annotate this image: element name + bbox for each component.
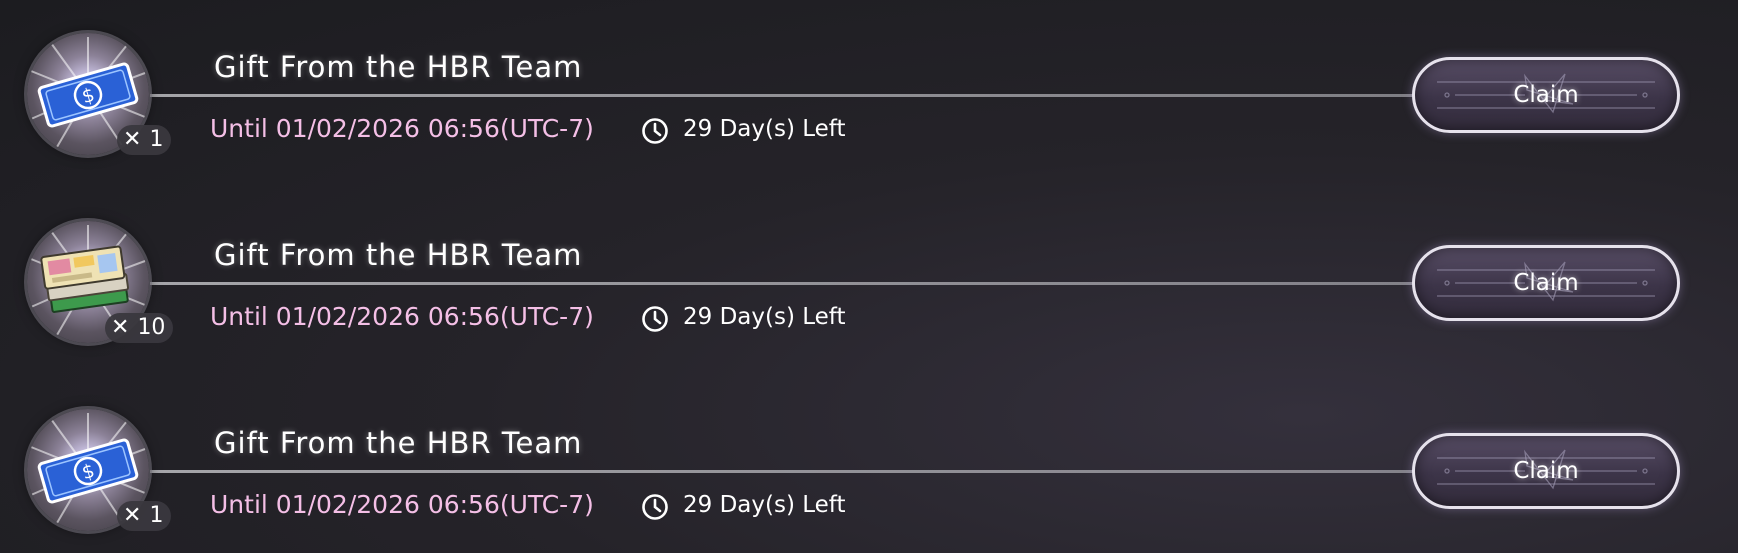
divider-line — [150, 470, 1420, 473]
quantity-badge: ✕ 1 — [117, 125, 172, 155]
gift-title: Gift From the HBR Team — [214, 50, 583, 84]
clock-icon — [642, 494, 668, 520]
quantity-badge: ✕ 1 — [117, 501, 172, 531]
expiry-date: Until 01/02/2026 06:56(UTC-7) — [210, 490, 594, 519]
quantity-mark: ✕ — [111, 315, 130, 340]
gift-row: $ ✕ 1 Gift From the HBR Team Until 01/02/… — [0, 376, 1738, 531]
claim-button[interactable]: Claim — [1412, 433, 1680, 509]
days-left: 29 Day(s) Left — [683, 116, 846, 142]
gift-title: Gift From the HBR Team — [214, 426, 583, 460]
gift-item[interactable]: $ ✕ 1 — [27, 33, 172, 161]
days-left: 29 Day(s) Left — [683, 492, 846, 518]
claim-button[interactable]: Claim — [1412, 245, 1680, 321]
gift-title: Gift From the HBR Team — [214, 238, 583, 272]
quantity-badge: ✕ 10 — [105, 313, 174, 343]
claim-label: Claim — [1513, 458, 1579, 484]
expiry-date: Until 01/02/2026 06:56(UTC-7) — [210, 114, 594, 143]
gift-row: ✕ 10 Gift From the HBR Team Until 01/02/2… — [0, 188, 1738, 343]
days-left: 29 Day(s) Left — [683, 304, 846, 330]
gift-list: $ ✕ 1 Gift From the HBR Team Until 01/02/… — [0, 0, 1738, 553]
claim-label: Claim — [1513, 82, 1579, 108]
divider-line — [150, 94, 1420, 97]
quantity-mark: ✕ — [123, 503, 142, 528]
claim-button[interactable]: Claim — [1412, 57, 1680, 133]
gift-item[interactable]: $ ✕ 1 — [27, 409, 172, 537]
quantity-value: 10 — [137, 315, 166, 340]
quantity-mark: ✕ — [123, 127, 142, 152]
expiry-date: Until 01/02/2026 06:56(UTC-7) — [210, 302, 594, 331]
divider-line — [150, 282, 1420, 285]
clock-icon — [642, 118, 668, 144]
quantity-value: 1 — [149, 503, 164, 528]
clock-icon — [642, 306, 668, 332]
quantity-value: 1 — [149, 127, 164, 152]
gift-row: $ ✕ 1 Gift From the HBR Team Until 01/02/… — [0, 0, 1738, 155]
claim-label: Claim — [1513, 270, 1579, 296]
gift-item[interactable]: ✕ 10 — [27, 221, 174, 349]
